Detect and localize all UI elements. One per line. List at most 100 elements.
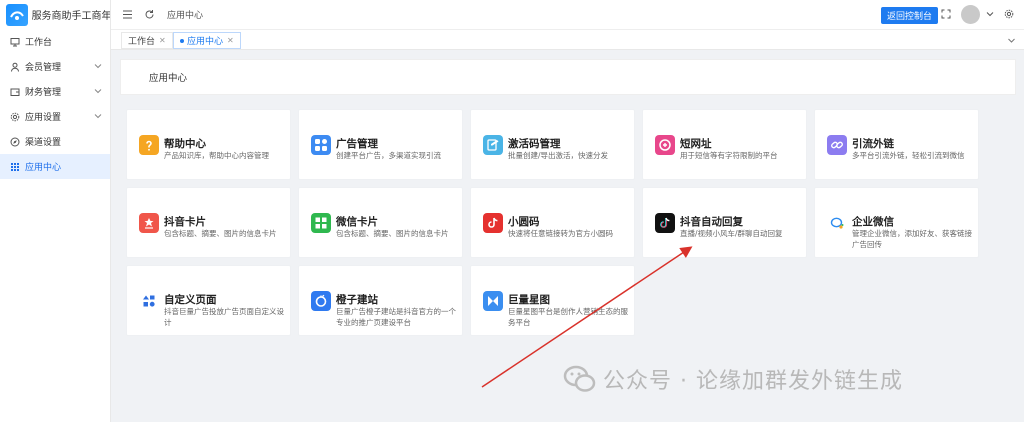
gear-icon: [10, 112, 20, 122]
topbar: 应用中心 返回控制台: [111, 0, 1024, 29]
app-card-title: 激活码管理: [508, 138, 561, 150]
app-card-description: 产品知识库，帮助中心内容管理: [164, 151, 269, 160]
chevron-down-icon: [94, 64, 102, 69]
app-card-2[interactable]: 广告管理 创建平台广告，多渠道实现引流: [298, 109, 463, 180]
apps-icon: [311, 135, 331, 155]
app-card-9[interactable]: 抖音自动回复 直播/视频小风车/群聊自动回复: [642, 187, 807, 258]
app-card-title: 微信卡片: [336, 216, 378, 228]
app-card-description: 批量创建/导出激活，快速分发: [508, 151, 609, 160]
app-card-title: 橙子建站: [336, 294, 378, 306]
douyin-icon: [483, 213, 503, 233]
chevron-down-icon[interactable]: [1007, 36, 1016, 45]
close-icon[interactable]: ✕: [159, 36, 166, 45]
app-card-13[interactable]: 巨量星图 巨量星图平台是创作人营销生态的服务平台: [470, 265, 635, 336]
app-card-title: 小圆码: [508, 216, 540, 228]
wechat-icon: [563, 365, 596, 392]
sidebar-item-channel-settings[interactable]: 渠道设置: [0, 129, 110, 154]
star-map-icon: [483, 291, 503, 311]
fullscreen-icon[interactable]: [941, 9, 951, 19]
grid-icon: [10, 162, 20, 172]
breadcrumb: 应用中心: [167, 11, 204, 21]
app-card-description: 直播/视频小风车/群聊自动回复: [680, 229, 783, 238]
app-title: 服务商助手工商年报: [31, 11, 110, 22]
app-card-description: 巨量星图平台是创作人营销生态的服务平台: [508, 307, 628, 327]
compass-icon: [10, 137, 20, 147]
card-icon: [139, 213, 159, 233]
app-card-description: 快速将任意链接转为官方小圆码: [508, 229, 613, 238]
wallet-icon: [10, 87, 20, 97]
tabs-bar: 工作台 ✕ 应用中心 ✕: [111, 29, 1024, 50]
app-card-description: 包含标题、摘要、图片的信息卡片: [336, 229, 449, 238]
sidebar-item-label: 会员管理: [25, 63, 62, 73]
tab-app-center[interactable]: 应用中心 ✕: [173, 32, 241, 49]
sidebar-item-workbench[interactable]: 工作台: [0, 29, 110, 54]
sidebar-item-app-center[interactable]: 应用中心: [0, 154, 110, 179]
shapes-icon: [139, 291, 159, 311]
chevron-down-icon: [94, 89, 102, 94]
app-card-description: 用于短信等有字符限制的平台: [680, 151, 778, 160]
app-card-title: 短网址: [680, 138, 712, 150]
sidebar-item-label: 工作台: [25, 38, 53, 48]
tab-label: 应用中心: [187, 37, 224, 47]
app-card-title: 抖音卡片: [164, 216, 206, 228]
user-icon: [10, 62, 20, 72]
watermark: 公众号 · 论缘加群发外链生成: [563, 363, 903, 395]
app-card-title: 企业微信: [852, 216, 894, 228]
app-card-title: 自定义页面: [164, 294, 217, 306]
chevron-down-icon[interactable]: [985, 9, 995, 19]
chevron-down-icon: [94, 114, 102, 119]
app-card-description: 管理企业微信，添加好友、获客链接广告回传: [852, 229, 972, 249]
app-card-6[interactable]: 抖音卡片 包含标题、摘要、图片的信息卡片: [126, 187, 291, 258]
gear-icon[interactable]: [1004, 9, 1014, 19]
wecom-icon: [827, 213, 847, 233]
app-logo-icon: [6, 3, 28, 26]
app-card-title: 帮助中心: [164, 138, 206, 150]
help-icon: [139, 135, 159, 155]
sidebar-item-label: 应用中心: [25, 163, 62, 173]
chain-icon: [827, 135, 847, 155]
app-card-5[interactable]: 引流外链 多平台引流外链，轻松引流到微信: [814, 109, 979, 180]
app-card-1[interactable]: 帮助中心 产品知识库，帮助中心内容管理: [126, 109, 291, 180]
orange-site-icon: [311, 291, 331, 311]
back-to-console-button[interactable]: 返回控制台: [880, 7, 938, 24]
app-card-4[interactable]: 短网址 用于短信等有字符限制的平台: [642, 109, 807, 180]
sidebar-item-label: 应用设置: [25, 113, 62, 123]
watermark-text: 公众号 · 论缘加群发外链生成: [603, 369, 903, 394]
app-card-7[interactable]: 微信卡片 包含标题、摘要、图片的信息卡片: [298, 187, 463, 258]
refresh-icon[interactable]: [143, 9, 155, 21]
app-card-title: 广告管理: [336, 138, 378, 150]
app-card-11[interactable]: 自定义页面 抖音巨量广告投放广告页面自定义设计: [126, 265, 291, 336]
sidebar-item-finance[interactable]: 财务管理: [0, 79, 110, 104]
active-dot-icon: [180, 38, 184, 43]
link-icon: [655, 135, 675, 155]
app-card-description: 巨量广告橙子建站是抖音官方的一个专业的推广页建设平台: [336, 307, 456, 327]
app-card-12[interactable]: 橙子建站 巨量广告橙子建站是抖音官方的一个专业的推广页建设平台: [298, 265, 463, 336]
close-icon[interactable]: ✕: [227, 36, 234, 45]
sidebar-menu: 工作台 会员管理 财务管理 应用设置 渠道设置 应用中心: [0, 29, 110, 179]
tab-label: 工作台: [128, 37, 156, 47]
app-card-title: 巨量星图: [508, 294, 550, 306]
tiktok-icon: [655, 213, 675, 233]
monitor-icon: [10, 37, 20, 47]
app-card-title: 抖音自动回复: [680, 216, 743, 228]
sidebar: 服务商助手工商年报 工作台 会员管理 财务管理 应用设置 渠道设置 应用中心: [0, 0, 111, 422]
logo-bar: 服务商助手工商年报: [0, 0, 110, 29]
app-card-description: 包含标题、摘要、图片的信息卡片: [164, 229, 277, 238]
edit-icon: [483, 135, 503, 155]
app-card-3[interactable]: 激活码管理 批量创建/导出激活，快速分发: [470, 109, 635, 180]
app-card-8[interactable]: 小圆码 快速将任意链接转为官方小圆码: [470, 187, 635, 258]
wechat-card-icon: [311, 213, 331, 233]
avatar[interactable]: [961, 5, 980, 24]
app-card-description: 抖音巨量广告投放广告页面自定义设计: [164, 307, 284, 327]
app-card-description: 创建平台广告，多渠道实现引流: [336, 151, 441, 160]
app-card-10[interactable]: 企业微信 管理企业微信，添加好友、获客链接广告回传: [814, 187, 979, 258]
sidebar-item-app-settings[interactable]: 应用设置: [0, 104, 110, 129]
app-card-title: 引流外链: [852, 138, 894, 150]
sidebar-item-label: 渠道设置: [25, 138, 62, 148]
page-title: 应用中心: [120, 59, 1016, 95]
tab-workbench[interactable]: 工作台 ✕: [121, 32, 173, 49]
sidebar-item-members[interactable]: 会员管理: [0, 54, 110, 79]
sidebar-item-label: 财务管理: [25, 88, 62, 98]
menu-toggle-icon[interactable]: [121, 9, 133, 21]
app-card-description: 多平台引流外链，轻松引流到微信: [852, 151, 965, 160]
